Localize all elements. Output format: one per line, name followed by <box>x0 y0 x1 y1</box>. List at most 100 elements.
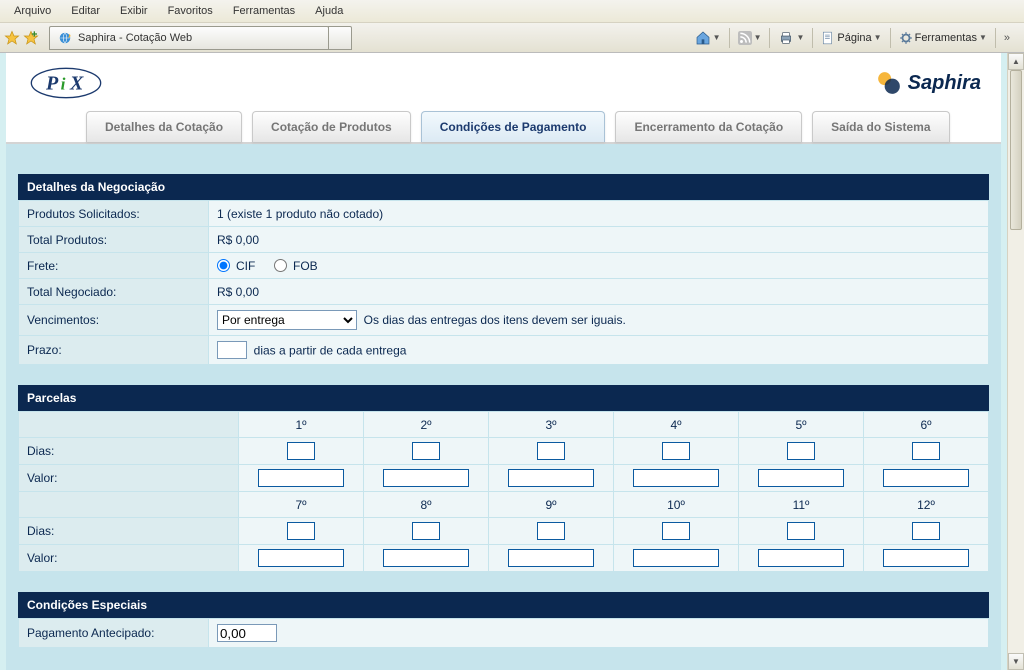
dias-7-input[interactable] <box>287 522 315 540</box>
add-favorite-icon[interactable] <box>23 30 39 46</box>
menu-exibir[interactable]: Exibir <box>110 1 158 21</box>
produtos-solicitados-label: Produtos Solicitados: <box>19 201 209 227</box>
parcela-h8: 8º <box>364 492 489 518</box>
valor-5-input[interactable] <box>758 469 844 487</box>
ie-icon <box>58 31 72 45</box>
section-negociacao-header: Detalhes da Negociação <box>18 174 989 200</box>
valor-3-input[interactable] <box>508 469 594 487</box>
scroll-down-button[interactable]: ▼ <box>1008 653 1024 670</box>
dias-9-input[interactable] <box>537 522 565 540</box>
valor-12-input[interactable] <box>883 549 969 567</box>
parcela-h9: 9º <box>489 492 614 518</box>
prazo-after-text: dias a partir de cada entrega <box>254 344 407 358</box>
parcela-h11: 11º <box>739 492 864 518</box>
valor-label-2: Valor: <box>19 545 239 572</box>
menu-ajuda[interactable]: Ajuda <box>305 1 353 21</box>
favorites-star-icon[interactable] <box>4 30 20 46</box>
vertical-scrollbar[interactable]: ▲ ▼ <box>1007 53 1024 670</box>
valor-10-input[interactable] <box>633 549 719 567</box>
dias-4-input[interactable] <box>662 442 690 460</box>
dias-8-input[interactable] <box>412 522 440 540</box>
parcela-h6: 6º <box>864 412 989 438</box>
total-negociado-label: Total Negociado: <box>19 279 209 305</box>
dias-10-input[interactable] <box>662 522 690 540</box>
scroll-up-button[interactable]: ▲ <box>1008 53 1024 70</box>
tab-detalhes-cotacao[interactable]: Detalhes da Cotação <box>86 111 242 142</box>
valor-6-input[interactable] <box>883 469 969 487</box>
produtos-solicitados-value: 1 (existe 1 produto não cotado) <box>209 201 989 227</box>
total-produtos-value: R$ 0,00 <box>209 227 989 253</box>
svg-text:P: P <box>45 73 59 95</box>
valor-9-input[interactable] <box>508 549 594 567</box>
parcela-h12: 12º <box>864 492 989 518</box>
tab-saida-sistema[interactable]: Saída do Sistema <box>812 111 949 142</box>
dias-5-input[interactable] <box>787 442 815 460</box>
frete-label: Frete: <box>19 253 209 279</box>
menu-arquivo[interactable]: Arquivo <box>4 1 61 21</box>
dias-1-input[interactable] <box>287 442 315 460</box>
saphira-logo: Saphira <box>876 70 981 96</box>
valor-label-1: Valor: <box>19 465 239 492</box>
total-negociado-value: R$ 0,00 <box>209 279 989 305</box>
page-menu-label: Página <box>837 32 871 44</box>
tab-cotacao-produtos[interactable]: Cotação de Produtos <box>252 111 411 142</box>
pagamento-antecipado-label: Pagamento Antecipado: <box>19 619 209 648</box>
section-parcelas-header: Parcelas <box>18 385 989 411</box>
parcela-h1: 1º <box>239 412 364 438</box>
parcela-h10: 10º <box>614 492 739 518</box>
menu-editar[interactable]: Editar <box>61 1 110 21</box>
menu-ferramentas[interactable]: Ferramentas <box>223 1 305 21</box>
saphira-label: Saphira <box>908 72 981 95</box>
vencimentos-select[interactable]: Por entrega <box>217 310 357 330</box>
svg-text:i: i <box>61 75 66 94</box>
dias-2-input[interactable] <box>412 442 440 460</box>
home-button[interactable]: ▼ <box>695 30 721 46</box>
page-viewport: ▲ ▼ PiX Saphira Detalhes da Cotação Cota… <box>0 53 1024 670</box>
main-nav-tabs: Detalhes da Cotação Cotação de Produtos … <box>6 107 1001 144</box>
browser-tab[interactable]: Saphira - Cotação Web <box>49 26 329 50</box>
parcela-h4: 4º <box>614 412 739 438</box>
section-condicoes-especiais-header: Condições Especiais <box>18 592 989 618</box>
dias-6-input[interactable] <box>912 442 940 460</box>
vencimentos-hint: Os dias das entregas dos itens devem ser… <box>364 313 626 327</box>
parcela-h7: 7º <box>239 492 364 518</box>
condicoes-especiais-table: Pagamento Antecipado: <box>18 618 989 648</box>
valor-11-input[interactable] <box>758 549 844 567</box>
menu-favoritos[interactable]: Favoritos <box>158 1 223 21</box>
frete-cif-label: CIF <box>236 259 255 273</box>
negociacao-table: Produtos Solicitados: 1 (existe 1 produt… <box>18 200 989 365</box>
prazo-label: Prazo: <box>19 336 209 365</box>
rss-button[interactable]: ▼ <box>738 31 762 45</box>
toolbar-overflow[interactable]: » <box>1004 32 1010 44</box>
valor-2-input[interactable] <box>383 469 469 487</box>
frete-fob-label: FOB <box>293 259 318 273</box>
browser-menu-bar: Arquivo Editar Exibir Favoritos Ferramen… <box>0 0 1024 23</box>
dias-11-input[interactable] <box>787 522 815 540</box>
tools-menu-button[interactable]: Ferramentas ▼ <box>899 31 987 45</box>
valor-7-input[interactable] <box>258 549 344 567</box>
print-button[interactable]: ▼ <box>778 30 804 46</box>
pagamento-antecipado-input[interactable] <box>217 624 277 642</box>
frete-fob-radio[interactable] <box>274 259 287 272</box>
tab-encerramento[interactable]: Encerramento da Cotação <box>615 111 802 142</box>
parcelas-table: 1º 2º 3º 4º 5º 6º Dias: <box>18 411 989 572</box>
valor-4-input[interactable] <box>633 469 719 487</box>
dias-label-1: Dias: <box>19 438 239 465</box>
parcela-h2: 2º <box>364 412 489 438</box>
dias-label-2: Dias: <box>19 518 239 545</box>
page-menu-button[interactable]: Página ▼ <box>821 31 881 45</box>
frete-cif-radio[interactable] <box>217 259 230 272</box>
prazo-input[interactable] <box>217 341 247 359</box>
svg-text:X: X <box>69 73 84 95</box>
new-tab-button[interactable] <box>328 26 352 50</box>
valor-8-input[interactable] <box>383 549 469 567</box>
tab-title: Saphira - Cotação Web <box>78 32 192 44</box>
parcela-h5: 5º <box>739 412 864 438</box>
dias-12-input[interactable] <box>912 522 940 540</box>
scroll-thumb[interactable] <box>1010 70 1022 230</box>
parcelas-blank-1 <box>19 412 239 438</box>
dias-3-input[interactable] <box>537 442 565 460</box>
tab-condicoes-pagamento[interactable]: Condições de Pagamento <box>421 111 606 142</box>
browser-tab-bar: Saphira - Cotação Web ▼ ▼ ▼ Página ▼ Fer… <box>0 23 1024 53</box>
valor-1-input[interactable] <box>258 469 344 487</box>
